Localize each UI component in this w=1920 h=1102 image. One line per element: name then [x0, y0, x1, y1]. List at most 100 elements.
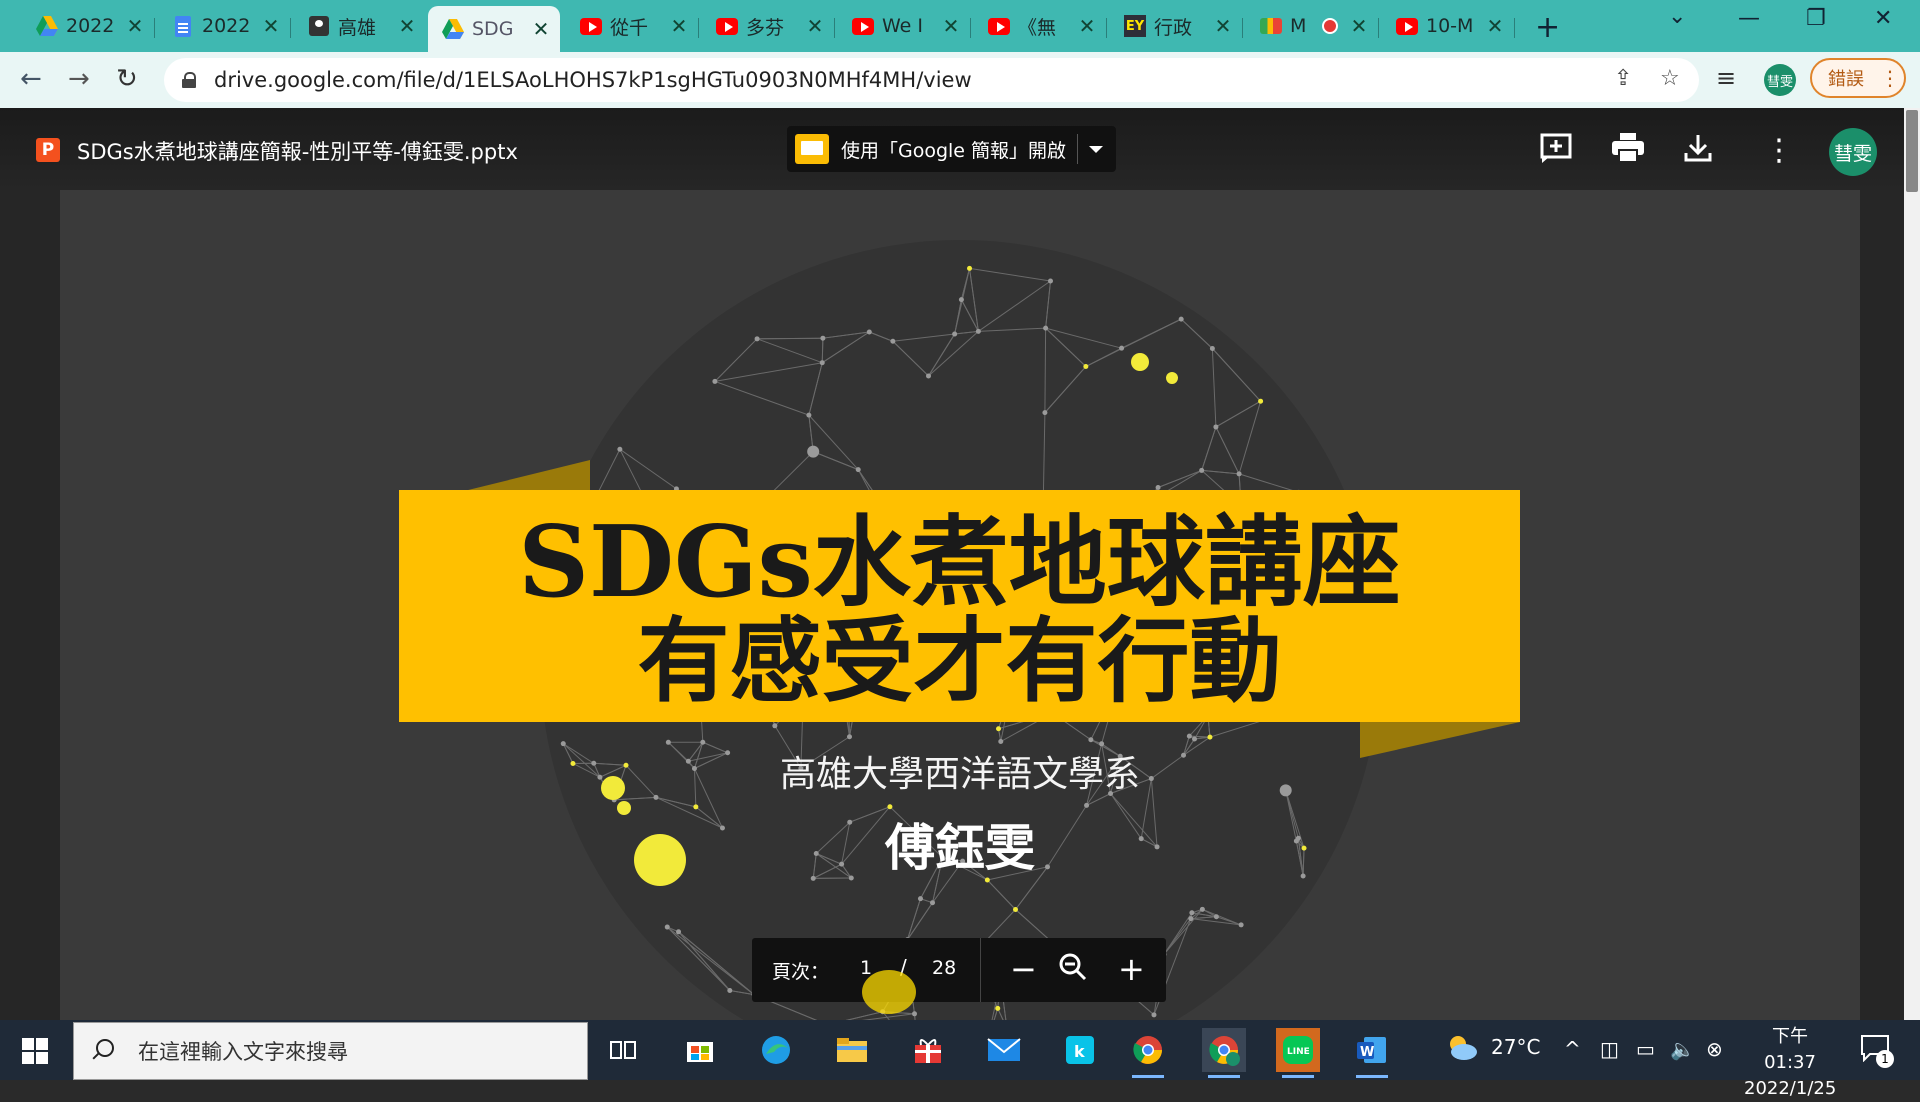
tab-docs-2022[interactable]: 2022 ✕ — [158, 6, 290, 46]
tab-drive-2022a[interactable]: 2022 ✕ — [22, 6, 154, 46]
more-options-icon[interactable]: ⋮ — [1764, 133, 1794, 168]
tab-youtube-5[interactable]: 10-M ✕ — [1382, 6, 1514, 46]
network-error-icon[interactable]: ⊗ — [1706, 1037, 1723, 1061]
zoom-reset-icon[interactable] — [1058, 952, 1088, 990]
back-button[interactable]: ← — [20, 64, 42, 94]
tab-youtube-3[interactable]: We I ✕ — [838, 6, 970, 46]
page-label: 頁次： — [772, 957, 829, 984]
url-text: drive.google.com/file/d/1ELSAoLHOHS7kP1s… — [214, 68, 972, 92]
tab-search-chevron-icon[interactable]: ⌄ — [1668, 4, 1686, 29]
cursor-highlight — [862, 970, 916, 1014]
page-zoom-toolbar: 頁次： 1 / 28 − + — [752, 938, 1166, 1002]
meet-now-icon[interactable]: ◫ — [1600, 1037, 1619, 1061]
file-explorer-icon[interactable] — [830, 1028, 874, 1072]
open-with-google-slides-button[interactable]: 使用「Google 簡報」開啟 — [787, 126, 1116, 172]
youtube-icon — [580, 15, 602, 37]
tab-title: 10-M — [1426, 15, 1484, 37]
reading-list-icon[interactable]: ≡ — [1716, 64, 1736, 92]
weather-icon[interactable] — [1444, 1032, 1480, 1067]
close-icon[interactable]: ✕ — [1484, 14, 1506, 38]
dropdown-arrow-icon[interactable] — [1089, 146, 1103, 153]
tab-meet[interactable]: M ✕ — [1246, 6, 1378, 46]
microsoft-store-icon[interactable] — [678, 1028, 722, 1072]
close-icon[interactable]: ✕ — [260, 14, 282, 38]
slide-canvas: SDGs水煮地球講座 有感受才有行動 高雄大學西洋語文學系 傅鈺雯 — [60, 190, 1860, 1020]
file-name: SDGs水煮地球講座簡報-性別平等-傅鈺雯.pptx — [77, 136, 518, 166]
mail-icon[interactable] — [982, 1028, 1026, 1072]
youtube-icon — [988, 15, 1010, 37]
address-input[interactable]: drive.google.com/file/d/1ELSAoLHOHS7kP1s… — [164, 58, 1699, 102]
search-placeholder: 在這裡輸入文字來搜尋 — [138, 1036, 348, 1066]
lock-icon[interactable] — [182, 72, 196, 88]
profile-avatar[interactable]: 彗雯 — [1764, 64, 1796, 96]
taskbar-search-input[interactable]: 在這裡輸入文字來搜尋 — [73, 1022, 588, 1080]
tab-title: 高雄 — [338, 13, 396, 40]
new-tab-button[interactable]: + — [1535, 10, 1560, 45]
chrome-profile-icon[interactable] — [1202, 1028, 1246, 1072]
tab-title: 2022 — [66, 15, 124, 37]
youtube-icon — [1396, 15, 1418, 37]
word-icon[interactable]: W — [1350, 1028, 1394, 1072]
battery-icon[interactable]: ▭ — [1636, 1037, 1655, 1061]
system-clock[interactable]: 下午 01:37 2022/1/25 — [1744, 1024, 1836, 1102]
add-comment-icon[interactable] — [1540, 133, 1572, 171]
error-button[interactable]: 錯誤⋮ — [1810, 58, 1906, 98]
vertical-scrollbar[interactable] — [1904, 108, 1920, 1020]
tab-strip: 2022 ✕ 2022 ✕ 高雄 ✕ SDG ✕ 從千 ✕ 多芬 ✕ We I … — [0, 0, 1920, 52]
close-icon[interactable]: ✕ — [1076, 14, 1098, 38]
close-icon[interactable]: ✕ — [804, 14, 826, 38]
close-icon[interactable]: ✕ — [668, 14, 690, 38]
zoom-in-button[interactable]: + — [1118, 950, 1145, 988]
tab-youtube-1[interactable]: 從千 ✕ — [566, 6, 698, 46]
windows-start-icon[interactable] — [22, 1038, 48, 1064]
search-icon — [90, 1037, 118, 1065]
total-pages: 28 — [932, 957, 956, 979]
slide-author: 傅鈺雯 — [760, 808, 1160, 880]
windows-taskbar: 在這裡輸入文字來搜尋 k LINE W 27°C ^ ◫ ▭ 🔈 ⊗ 下午 01… — [0, 1020, 1920, 1080]
zoom-out-button[interactable]: − — [1010, 950, 1037, 988]
more-vert-icon: ⋮ — [1880, 66, 1900, 90]
tab-title: 行政 — [1154, 13, 1212, 40]
close-icon[interactable]: ✕ — [1348, 14, 1370, 38]
tab-sdg-active[interactable]: SDG ✕ — [428, 6, 560, 52]
svg-text:LINE: LINE — [1287, 1047, 1310, 1057]
print-icon[interactable] — [1612, 133, 1644, 171]
account-avatar[interactable]: 彗雯 — [1829, 128, 1877, 176]
bookmark-star-icon[interactable]: ☆ — [1660, 66, 1680, 91]
tab-youtube-2[interactable]: 多芬 ✕ — [702, 6, 834, 46]
restore-button[interactable]: ❐ — [1806, 6, 1826, 31]
youtube-icon — [852, 15, 874, 37]
reload-button[interactable]: ↻ — [116, 64, 138, 94]
tab-youtube-4[interactable]: 《無 ✕ — [974, 6, 1106, 46]
scrollbar-thumb[interactable] — [1906, 110, 1918, 192]
banner-wedge-right — [1360, 722, 1520, 758]
tab-ey[interactable]: EY 行政 ✕ — [1110, 6, 1242, 46]
google-drive-icon — [442, 18, 464, 40]
close-icon[interactable]: ✕ — [1212, 14, 1234, 38]
line-app-icon[interactable]: LINE — [1276, 1028, 1320, 1072]
open-with-label: 使用「Google 簡報」開啟 — [841, 136, 1066, 163]
task-view-icon[interactable] — [602, 1028, 646, 1072]
close-icon[interactable]: ✕ — [124, 14, 146, 38]
close-icon[interactable]: ✕ — [530, 17, 552, 41]
share-icon[interactable]: ⇪ — [1614, 66, 1632, 91]
gift-app-icon[interactable] — [906, 1028, 950, 1072]
svg-text:k: k — [1074, 1042, 1085, 1061]
close-icon[interactable]: ✕ — [396, 14, 418, 38]
kkbox-icon[interactable]: k — [1058, 1028, 1102, 1072]
contacts-icon — [308, 15, 330, 37]
google-drive-icon — [36, 15, 58, 37]
chevron-up-icon[interactable]: ^ — [1564, 1037, 1581, 1061]
forward-button[interactable]: → — [68, 64, 90, 94]
powerpoint-file-icon: P — [36, 138, 60, 162]
google-meet-icon — [1260, 15, 1282, 37]
tab-contacts[interactable]: 高雄 ✕ — [294, 6, 426, 46]
temperature[interactable]: 27°C — [1491, 1035, 1540, 1059]
download-icon[interactable] — [1684, 133, 1712, 171]
edge-browser-icon[interactable] — [754, 1028, 798, 1072]
close-icon[interactable]: ✕ — [940, 14, 962, 38]
chrome-icon[interactable] — [1126, 1028, 1170, 1072]
close-window-button[interactable]: ✕ — [1874, 6, 1892, 31]
volume-icon[interactable]: 🔈 — [1670, 1037, 1695, 1061]
minimize-button[interactable]: — — [1738, 6, 1760, 31]
